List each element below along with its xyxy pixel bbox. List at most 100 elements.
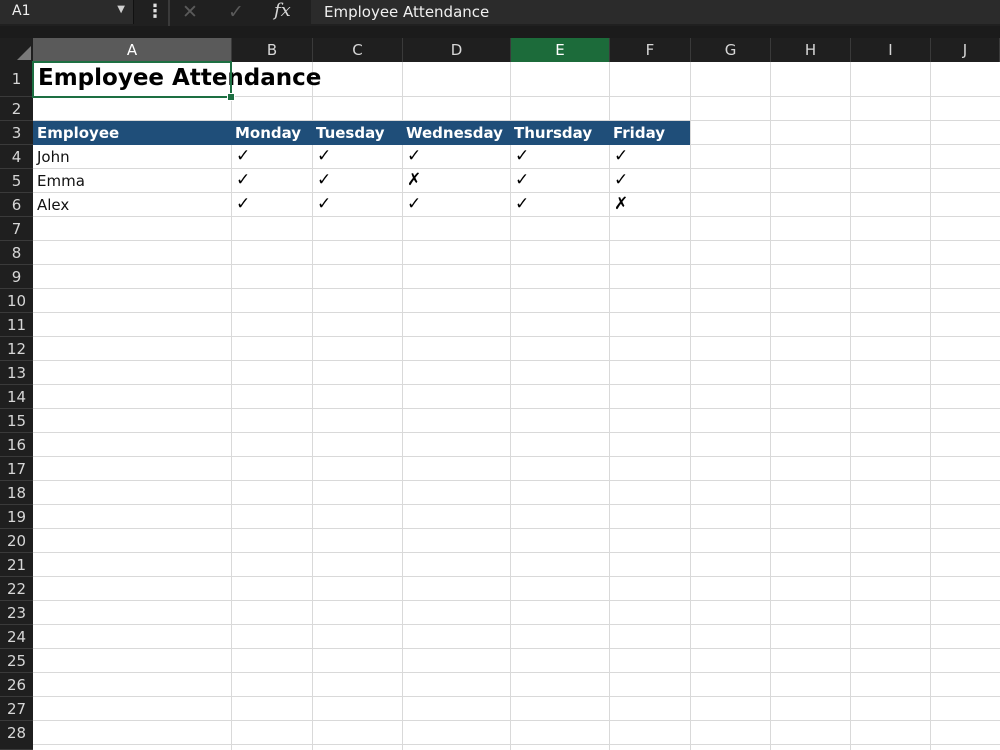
row-header-3[interactable]: 3 [0, 121, 33, 145]
row-header-8[interactable]: 8 [0, 241, 33, 265]
row-header-6[interactable]: 6 [0, 193, 33, 217]
gridline [33, 528, 1000, 529]
attendance-mark[interactable]: ✓ [407, 146, 421, 166]
row-header-21[interactable]: 21 [0, 553, 33, 577]
row-header-10[interactable]: 10 [0, 289, 33, 313]
gridline [33, 192, 1000, 193]
row-header-16[interactable]: 16 [0, 433, 33, 457]
row-header-12[interactable]: 12 [0, 337, 33, 361]
attendance-mark[interactable]: ✗ [614, 194, 628, 214]
gridline [33, 312, 1000, 313]
column-header-c[interactable]: C [313, 38, 403, 62]
attendance-mark[interactable]: ✓ [317, 170, 331, 190]
row-header-25[interactable]: 25 [0, 649, 33, 673]
gridline [33, 384, 1000, 385]
gridline [33, 240, 1000, 241]
row-header-23[interactable]: 23 [0, 601, 33, 625]
column-header-a[interactable]: A [33, 38, 232, 62]
more-options-icon[interactable]: ⋮ [146, 2, 164, 22]
formula-input[interactable]: Employee Attendance [311, 0, 1000, 24]
cell-area[interactable]: Employee Attendance Employee Monday Tues… [32, 61, 1000, 750]
gridline [33, 408, 1000, 409]
attendance-mark[interactable]: ✓ [236, 146, 250, 166]
gridline [33, 336, 1000, 337]
gridline [33, 264, 1000, 265]
formula-bar: A1 ▼ ⋮ ✕ ✓ fx Employee Attendance [0, 0, 1000, 26]
column-header-b[interactable]: B [232, 38, 313, 62]
employee-name[interactable]: Emma [37, 172, 85, 190]
employee-name[interactable]: John [37, 148, 70, 166]
row-header-9[interactable]: 9 [0, 265, 33, 289]
chevron-down-icon[interactable]: ▼ [117, 4, 125, 15]
column-header-f[interactable]: F [610, 38, 691, 62]
table-header-thursday[interactable]: Thursday [514, 124, 592, 142]
row-header-11[interactable]: 11 [0, 313, 33, 337]
gridline [33, 600, 1000, 601]
employee-name[interactable]: Alex [37, 196, 69, 214]
row-header-5[interactable]: 5 [0, 169, 33, 193]
row-header-1[interactable]: 1 [0, 62, 33, 97]
row-header-4[interactable]: 4 [0, 145, 33, 169]
active-cell-selection[interactable] [32, 61, 232, 98]
attendance-mark[interactable]: ✓ [236, 194, 250, 214]
gridline [33, 576, 1000, 577]
divider [168, 0, 170, 26]
column-header-i[interactable]: I [851, 38, 931, 62]
attendance-mark[interactable]: ✓ [515, 170, 529, 190]
attendance-mark[interactable]: ✓ [407, 194, 421, 214]
gridline [770, 62, 771, 750]
gridline [231, 62, 232, 750]
column-header-e[interactable]: E [511, 38, 610, 62]
insert-function-icon[interactable]: fx [274, 0, 291, 21]
row-header-20[interactable]: 20 [0, 529, 33, 553]
row-header-7[interactable]: 7 [0, 217, 33, 241]
row-header-15[interactable]: 15 [0, 409, 33, 433]
enter-icon[interactable]: ✓ [228, 1, 244, 23]
table-header-employee[interactable]: Employee [37, 124, 119, 142]
cancel-icon[interactable]: ✕ [182, 1, 198, 23]
row-header-14[interactable]: 14 [0, 385, 33, 409]
row-header-26[interactable]: 26 [0, 673, 33, 697]
table-header-tuesday[interactable]: Tuesday [316, 124, 385, 142]
attendance-mark[interactable]: ✓ [614, 146, 628, 166]
toolbar-gap [0, 26, 1000, 38]
attendance-mark[interactable]: ✗ [407, 170, 421, 190]
attendance-mark[interactable]: ✓ [515, 146, 529, 166]
row-header-28[interactable]: 28 [0, 721, 33, 750]
gridline [33, 168, 1000, 169]
gridline [33, 288, 1000, 289]
spreadsheet-grid: A B C D E F G H I J 1 2 3 4 5 6 7 8 9 10… [0, 38, 1000, 750]
table-header-wednesday[interactable]: Wednesday [406, 124, 503, 142]
gridline [33, 432, 1000, 433]
gridline [510, 62, 511, 750]
attendance-mark[interactable]: ✓ [515, 194, 529, 214]
gridline [312, 62, 313, 750]
row-header-22[interactable]: 22 [0, 577, 33, 601]
formula-input-value: Employee Attendance [324, 3, 490, 21]
column-header-h[interactable]: H [771, 38, 851, 62]
row-header-17[interactable]: 17 [0, 457, 33, 481]
column-header-g[interactable]: G [691, 38, 771, 62]
column-header-j[interactable]: J [931, 38, 1000, 62]
gridline [930, 62, 931, 750]
fill-handle[interactable] [227, 93, 235, 101]
column-header-d[interactable]: D [403, 38, 511, 62]
gridline [33, 744, 1000, 745]
attendance-mark[interactable]: ✓ [236, 170, 250, 190]
table-header-friday[interactable]: Friday [613, 124, 665, 142]
row-header-19[interactable]: 19 [0, 505, 33, 529]
row-header-27[interactable]: 27 [0, 697, 33, 721]
gridline [33, 216, 1000, 217]
attendance-mark[interactable]: ✓ [614, 170, 628, 190]
row-header-18[interactable]: 18 [0, 481, 33, 505]
select-all-button[interactable] [0, 38, 33, 62]
gridline [33, 456, 1000, 457]
row-header-24[interactable]: 24 [0, 625, 33, 649]
name-box[interactable]: A1 ▼ [0, 0, 134, 24]
attendance-mark[interactable]: ✓ [317, 194, 331, 214]
table-header-monday[interactable]: Monday [235, 124, 301, 142]
attendance-mark[interactable]: ✓ [317, 146, 331, 166]
gridline [33, 624, 1000, 625]
row-header-13[interactable]: 13 [0, 361, 33, 385]
row-header-2[interactable]: 2 [0, 97, 33, 121]
